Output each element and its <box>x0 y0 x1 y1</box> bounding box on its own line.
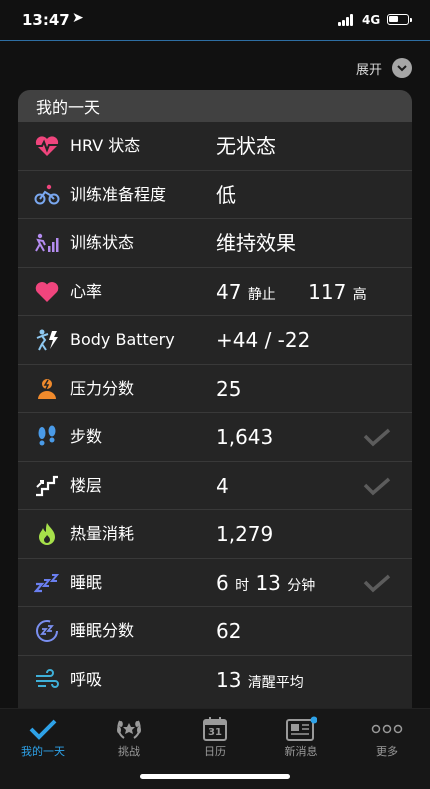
row-value: 1,643 <box>216 425 274 449</box>
row-respiration[interactable]: 呼吸 13 清醒平均 <box>18 656 412 705</box>
tab-label: 日历 <box>204 745 226 758</box>
row-value: 25 <box>216 376 242 401</box>
calendar-icon: 31 <box>172 715 258 743</box>
row-hrv-status[interactable]: HRV 状态 无状态 <box>18 122 412 171</box>
row-label: 步数 <box>70 427 103 446</box>
battery-icon <box>387 14 412 25</box>
resting-hr-unit: 静止 <box>247 286 276 303</box>
status-bar: 13:47 ➤ 4G <box>0 0 430 40</box>
flame-icon <box>34 522 60 546</box>
tab-label: 我的一天 <box>21 745 65 758</box>
row-sleep[interactable]: 睡眠 6 时 13 分钟 <box>18 559 412 607</box>
resting-hr-value: 47 <box>216 279 242 304</box>
location-arrow-icon: ➤ <box>72 10 84 26</box>
row-label: 热量消耗 <box>70 524 135 543</box>
row-body-battery[interactable]: Body Battery +44 / -22 <box>18 316 412 365</box>
laurel-icon <box>86 715 172 743</box>
row-label: Body Battery <box>70 330 175 349</box>
row-value: +44 / -22 <box>216 328 311 352</box>
cellular-signal-icon <box>338 14 356 26</box>
chevron-down-icon[interactable] <box>392 58 412 78</box>
status-time: 13:47 <box>22 11 70 29</box>
row-label: 楼层 <box>70 475 103 495</box>
row-stress-score[interactable]: 压力分数 25 <box>18 365 412 413</box>
row-label: 呼吸 <box>70 669 103 689</box>
notification-badge <box>310 716 317 724</box>
tab-news[interactable]: 新消息 <box>258 709 344 769</box>
row-label: 训练状态 <box>70 233 135 252</box>
row-value: 无状态 <box>216 134 276 158</box>
row-heart-rate[interactable]: 心率 47 静止 117 高 <box>18 268 412 316</box>
row-label: 训练准备程度 <box>70 184 167 204</box>
network-type: 4G <box>362 13 381 27</box>
row-training-readiness[interactable]: 训练准备程度 低 <box>18 171 412 219</box>
tab-calendar[interactable]: 31 日历 <box>172 709 258 769</box>
tab-more[interactable]: 更多 <box>344 709 430 769</box>
tab-challenges[interactable]: 挑战 <box>86 709 172 769</box>
calendar-date: 31 <box>208 727 222 738</box>
checkmark-icon <box>0 715 86 743</box>
goal-check-icon <box>363 428 391 447</box>
respiration-unit: 清醒平均 <box>247 674 304 691</box>
respiration-wind-icon <box>34 668 60 692</box>
row-steps[interactable]: 步数 1,643 <box>18 413 412 462</box>
heart-icon <box>34 280 60 304</box>
row-floors[interactable]: 楼层 4 <box>18 462 412 510</box>
row-label: HRV 状态 <box>70 136 141 155</box>
goal-check-icon <box>363 477 391 495</box>
tab-label: 挑战 <box>118 745 140 758</box>
stairs-icon <box>34 474 60 498</box>
row-label: 睡眠 <box>70 572 103 592</box>
respiration-value: 13 <box>216 667 242 692</box>
heart-pulse-icon <box>34 134 60 158</box>
row-value: 维持效果 <box>216 231 296 255</box>
home-indicator[interactable] <box>140 774 290 779</box>
body-battery-icon <box>34 328 60 352</box>
expand-toggle[interactable]: 展开 <box>356 58 412 78</box>
high-hr-value: 117 <box>308 279 347 304</box>
more-dots-icon <box>344 715 430 743</box>
tab-label: 更多 <box>376 745 398 758</box>
row-label: 睡眠分数 <box>70 621 135 640</box>
sleep-hours: 6 <box>216 570 229 595</box>
goal-check-icon <box>363 574 391 592</box>
sleep-hours-unit: 时 <box>235 577 250 594</box>
card-title: 我的一天 <box>18 90 412 122</box>
news-icon <box>258 715 344 743</box>
sleep-minutes-unit: 分钟 <box>287 577 316 594</box>
row-value: 62 <box>216 619 242 643</box>
expand-label: 展开 <box>355 62 382 78</box>
row-sleep-score[interactable]: 睡眠分数 62 <box>18 607 412 656</box>
sleep-minutes: 13 <box>255 570 281 595</box>
tab-my-day[interactable]: 我的一天 <box>0 709 86 769</box>
high-hr-unit: 高 <box>352 286 367 303</box>
header-divider <box>0 40 430 41</box>
row-value: 4 <box>216 473 229 498</box>
row-label: 压力分数 <box>70 378 135 398</box>
row-value: 6 时 13 分钟 <box>216 559 315 607</box>
row-label: 心率 <box>70 281 103 301</box>
footprints-icon <box>34 425 60 449</box>
row-training-status[interactable]: 训练状态 维持效果 <box>18 219 412 268</box>
my-day-card: 我的一天 HRV 状态 无状态 训练准备程度 低 训练状态 维持效果 心率 47… <box>18 90 412 710</box>
row-value: 1,279 <box>216 522 274 546</box>
stress-person-icon <box>34 377 60 401</box>
row-value: 13 清醒平均 <box>216 656 304 704</box>
row-value: 低 <box>216 182 236 207</box>
training-status-icon <box>34 231 60 255</box>
cyclist-icon <box>34 183 60 207</box>
tab-label: 新消息 <box>284 745 318 758</box>
row-value: 47 静止 117 高 <box>216 268 367 316</box>
sleep-zzz-icon <box>34 571 60 595</box>
sleep-score-icon <box>34 619 60 643</box>
row-calories[interactable]: 热量消耗 1,279 <box>18 510 412 559</box>
